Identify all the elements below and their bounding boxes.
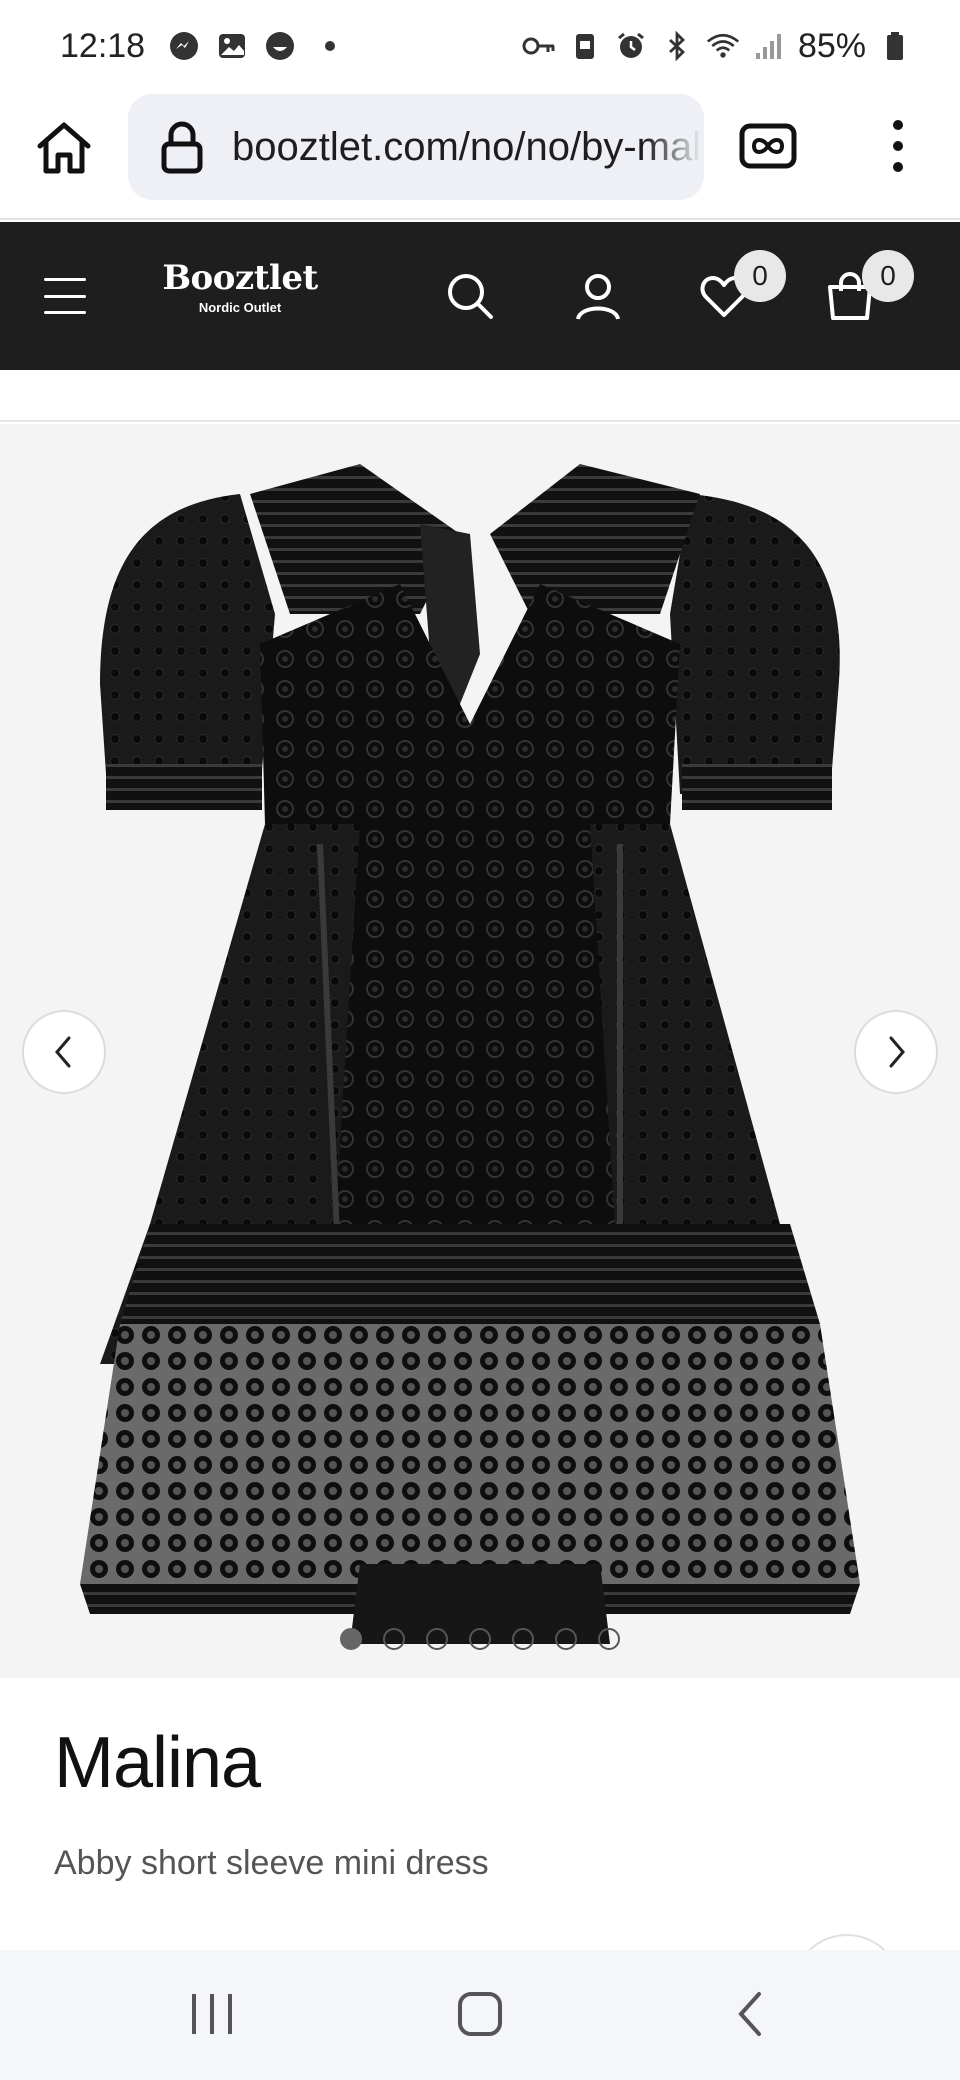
alarm-icon: [614, 29, 648, 63]
home-icon: [37, 122, 91, 174]
site-header: Booztlet Nordic Outlet 0 0: [0, 222, 960, 370]
hamburger-line-icon: [44, 311, 86, 314]
chevron-right-icon: [889, 1036, 905, 1068]
search-icon: [448, 274, 493, 319]
gallery-dot[interactable]: [512, 1628, 534, 1650]
clipboard-icon: [568, 29, 602, 63]
gallery-dot[interactable]: [340, 1628, 362, 1650]
tab-switcher-button[interactable]: [738, 120, 798, 172]
site-logo[interactable]: Booztlet Nordic Outlet: [150, 258, 330, 328]
status-time: 12:18: [60, 26, 146, 65]
wishlist-count-badge: 0: [734, 250, 786, 302]
signal-icon: [752, 29, 786, 63]
hamburger-line-icon: [44, 278, 86, 281]
gallery-prev-button[interactable]: [22, 1010, 106, 1094]
gallery-pagination: [0, 1628, 960, 1650]
battery-icon: [878, 29, 912, 63]
gallery-icon: [215, 29, 249, 63]
product-image[interactable]: [60, 464, 900, 1664]
notification-dot-icon: [325, 41, 336, 51]
back-chevron-icon: [738, 1992, 761, 2036]
gallery-dot[interactable]: [426, 1628, 448, 1650]
product-title: Abby short sleeve mini dress: [54, 1844, 489, 1882]
battery-percentage: 85%: [797, 26, 866, 65]
cart-count-badge: 0: [862, 250, 914, 302]
gallery-dot[interactable]: [555, 1628, 577, 1650]
recents-icon: [192, 1994, 232, 2034]
lock-icon: [158, 119, 206, 175]
vpn-key-icon: [522, 29, 556, 63]
status-left: 12:18: [60, 26, 336, 66]
more-vertical-icon: [893, 120, 903, 172]
status-bar: 12:18 85%: [0, 0, 960, 92]
bluetooth-icon: [660, 29, 694, 63]
status-right: 85%: [522, 27, 912, 66]
emoji-icon: [263, 29, 297, 63]
account-button[interactable]: [568, 266, 628, 326]
system-home-button[interactable]: [440, 1974, 520, 2054]
system-navigation-bar: [0, 1950, 960, 2080]
logo-wordmark: Booztlet: [162, 258, 318, 298]
address-bar[interactable]: booztlet.com/no/no/by-malina: [128, 94, 704, 200]
gallery-dot[interactable]: [598, 1628, 620, 1650]
gallery-dot[interactable]: [469, 1628, 491, 1650]
gallery-next-button[interactable]: [854, 1010, 938, 1094]
product-gallery[interactable]: [0, 424, 960, 1678]
browser-home-button[interactable]: [32, 116, 96, 180]
user-icon: [576, 274, 620, 320]
wifi-icon: [706, 29, 740, 63]
hamburger-line-icon: [44, 294, 86, 298]
browser-menu-button[interactable]: [868, 114, 928, 178]
browser-toolbar: booztlet.com/no/no/by-malina: [0, 92, 960, 220]
menu-hamburger-button[interactable]: [40, 272, 90, 320]
messenger-icon: [167, 29, 201, 63]
tabs-infinity-icon: [739, 123, 797, 169]
search-button[interactable]: [440, 266, 500, 326]
subnav-strip: [0, 370, 960, 422]
home-square-icon: [458, 1992, 502, 2036]
gallery-dot[interactable]: [383, 1628, 405, 1650]
system-back-button[interactable]: [710, 1974, 790, 2054]
chevron-left-icon: [55, 1036, 71, 1068]
url-text: booztlet.com/no/no/by-malina: [232, 124, 702, 169]
logo-tagline: Nordic Outlet: [198, 300, 282, 315]
recent-apps-button[interactable]: [172, 1974, 252, 2054]
product-brand[interactable]: Malina: [54, 1722, 261, 1804]
